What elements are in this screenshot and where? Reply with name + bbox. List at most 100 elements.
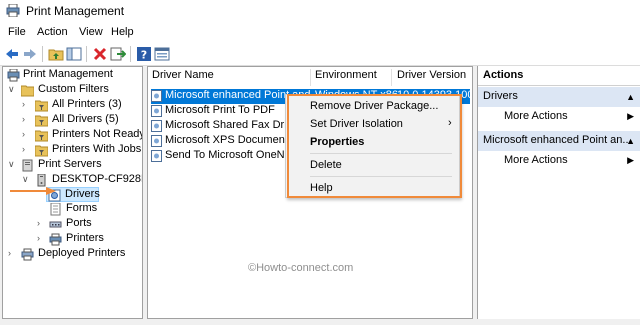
tree-item-print-management[interactable]: Print Management <box>5 68 140 83</box>
title-bar: Print Management <box>0 0 640 22</box>
submenu-arrow-icon[interactable]: ▶ <box>627 155 634 166</box>
help-item[interactable]: Help <box>310 182 333 194</box>
actions-section-driver[interactable]: Microsoft enhanced Point an... ▲ <box>478 131 640 151</box>
printer-icon <box>6 4 20 17</box>
expander-icon[interactable]: › <box>22 144 32 154</box>
menu-file[interactable]: File <box>8 26 26 38</box>
menu-separator <box>310 153 452 154</box>
deployed-printers-icon <box>21 248 34 261</box>
expander-icon[interactable]: › <box>37 218 47 228</box>
folder-icon <box>21 85 34 97</box>
context-menu: Remove Driver Package... Set Driver Isol… <box>285 94 460 198</box>
driver-icon <box>151 120 162 132</box>
more-actions-link[interactable]: More Actions <box>504 110 568 122</box>
driver-name: Send To Microsoft OneNote <box>165 149 300 161</box>
tree-item-label: Forms <box>66 202 98 214</box>
up-folder-icon[interactable] <box>48 46 64 62</box>
tree-item-label: Ports <box>66 217 92 229</box>
menu-help[interactable]: Help <box>111 26 134 38</box>
collapse-arrow-icon[interactable]: ▲ <box>626 92 635 102</box>
tree-item-deployed-printers[interactable]: › Deployed Printers <box>5 247 140 262</box>
tree-item-label: All Drivers (5) <box>52 113 119 125</box>
tree-item-label: Printers Not Ready <box>52 128 143 140</box>
tree-item-ports[interactable]: › Ports <box>5 217 140 232</box>
expanded-chevron-icon[interactable]: ∨ <box>22 174 32 185</box>
expanded-chevron-icon[interactable]: ∨ <box>8 84 18 95</box>
expander-icon[interactable]: › <box>8 248 18 258</box>
server-folder-icon <box>22 159 33 172</box>
actions-pane: Actions Drivers ▲ More Actions ▶ Microso… <box>477 66 640 319</box>
column-divider[interactable] <box>310 69 311 86</box>
properties-item[interactable]: Properties <box>310 136 364 148</box>
tree-item-label: All Printers (3) <box>52 98 122 110</box>
window-title: Print Management <box>26 4 125 18</box>
more-actions-link[interactable]: More Actions <box>504 154 568 166</box>
actions-section-title: Microsoft enhanced Point an... <box>483 134 632 146</box>
tree-item-label: Printers With Jobs <box>52 143 142 155</box>
actions-section-drivers[interactable]: Drivers ▲ <box>478 87 640 107</box>
expander-icon[interactable]: › <box>37 233 47 243</box>
tree-item-all-printers[interactable]: › All Printers (3) <box>5 98 140 113</box>
tree-item-custom-filters[interactable]: ∨ Custom Filters <box>5 83 140 98</box>
filter-icon <box>35 145 48 157</box>
tree-item-label: Drivers <box>65 188 100 200</box>
expanded-chevron-icon[interactable]: ∨ <box>8 159 18 170</box>
tree-item-label: Custom Filters <box>38 83 109 95</box>
expander-icon[interactable]: › <box>22 129 32 139</box>
printer-icon <box>49 233 62 246</box>
properties-icon[interactable] <box>154 46 170 62</box>
tree-item-label: Deployed Printers <box>38 247 126 259</box>
column-header-environment[interactable]: Environment <box>315 69 377 86</box>
collapse-arrow-icon[interactable]: ▲ <box>626 136 635 146</box>
menu-separator <box>310 176 452 177</box>
driver-name: Microsoft Shared Fax Driver <box>165 119 302 131</box>
column-header-driver-version[interactable]: Driver Version <box>397 69 466 86</box>
actions-section-title: Drivers <box>483 90 518 102</box>
tree-item-printers[interactable]: › Printers <box>5 232 140 247</box>
set-driver-isolation-item[interactable]: Set Driver Isolation <box>310 118 403 130</box>
tree-item-printers-not-ready[interactable]: › Printers Not Ready <box>5 128 143 143</box>
toolbar-separator <box>130 46 131 62</box>
driver-icon <box>151 105 162 117</box>
print-management-icon <box>7 69 20 82</box>
column-header-driver-name[interactable]: Driver Name <box>152 69 214 86</box>
driver-icon <box>151 150 162 162</box>
column-divider[interactable] <box>391 69 392 86</box>
driver-icon <box>151 135 162 147</box>
menu-bar: File Action View Help <box>0 22 640 42</box>
remove-driver-package-item[interactable]: Remove Driver Package... <box>310 100 438 112</box>
actions-header: Actions <box>478 66 640 86</box>
submenu-chevron-icon: › <box>448 117 452 129</box>
forward-icon[interactable] <box>22 46 38 62</box>
export-icon[interactable] <box>110 46 126 62</box>
annotation-arrow <box>10 187 56 195</box>
expander-icon[interactable]: › <box>22 99 32 109</box>
menu-view[interactable]: View <box>79 26 103 38</box>
tree-item-all-drivers[interactable]: › All Drivers (5) <box>5 113 140 128</box>
driver-name: Microsoft XPS Document W <box>165 134 302 146</box>
filter-icon <box>35 115 48 127</box>
tree-item-label: Print Servers <box>38 158 102 170</box>
submenu-arrow-icon[interactable]: ▶ <box>627 111 634 122</box>
help-icon[interactable]: ? <box>136 46 152 62</box>
ports-icon <box>49 221 62 228</box>
driver-name: Microsoft Print To PDF <box>165 104 275 116</box>
tree-item-label: Print Management <box>23 68 113 80</box>
expander-icon[interactable]: › <box>22 114 32 124</box>
delete-icon[interactable] <box>92 46 108 62</box>
tree-item-print-servers[interactable]: ∨ Print Servers <box>5 158 140 173</box>
tree-item-printers-with-jobs[interactable]: › Printers With Jobs <box>5 143 142 158</box>
show-hide-tree-icon[interactable] <box>66 46 82 62</box>
delete-item[interactable]: Delete <box>310 159 342 171</box>
filter-icon <box>35 100 48 112</box>
forms-icon <box>50 203 61 216</box>
svg-text:?: ? <box>141 49 147 62</box>
tree-item-label: DESKTOP-CF928K9 (l <box>52 173 142 185</box>
tree-item-forms[interactable]: Forms <box>5 202 140 217</box>
back-icon[interactable] <box>4 46 20 62</box>
toolbar: ? <box>0 42 640 66</box>
watermark: ©Howto-connect.com <box>248 262 354 274</box>
toolbar-separator <box>86 46 87 62</box>
filter-icon <box>35 130 48 142</box>
menu-action[interactable]: Action <box>37 26 68 38</box>
